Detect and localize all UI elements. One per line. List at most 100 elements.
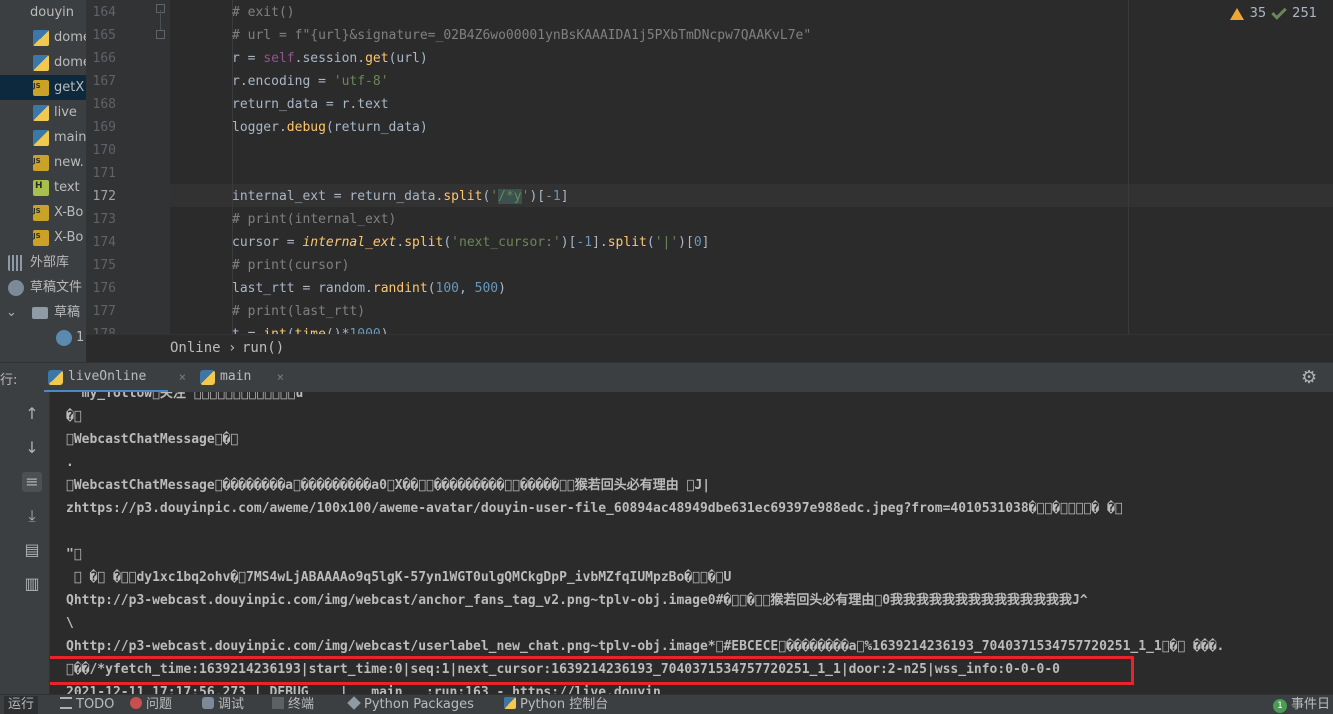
- console-line:  WebcastChatMessage ��������a ���������a…: [66, 478, 711, 493]
- python-file-icon: [200, 370, 215, 385]
- tree-item-scratch-file[interactable]: 1: [0, 325, 86, 350]
- status-packages-tab[interactable]: Python Packages: [347, 696, 474, 714]
- terminal-icon: [272, 697, 284, 709]
- tab-liveonline[interactable]: liveOnline ×: [44, 363, 186, 393]
- ok-count: 251: [1292, 6, 1317, 21]
- status-event-log[interactable]: 1 事件日: [1273, 696, 1330, 714]
- breadcrumb-method[interactable]: run(): [242, 335, 284, 361]
- status-todo-tab[interactable]: TODO: [60, 696, 114, 714]
- tree-item-dome-2[interactable]: dome: [0, 50, 86, 75]
- console-line: Qhttp://p3-webcast.douyinpic.com/img/web…: [66, 639, 1225, 654]
- tree-item-label: text: [54, 180, 80, 195]
- breadcrumb-class[interactable]: Online: [170, 335, 221, 361]
- todo-icon: [60, 697, 72, 709]
- status-python-console-tab[interactable]: Python 控制台: [504, 696, 608, 714]
- tree-item-x-bo-2[interactable]: X-Bo: [0, 225, 86, 250]
- console-line: Qhttp://p3-webcast.douyinpic.com/img/web…: [66, 593, 1088, 608]
- tree-item-label: live: [54, 105, 77, 120]
- code-line-175: # print(cursor): [232, 258, 350, 273]
- tree-item-live[interactable]: live: [0, 100, 86, 125]
- python-console-icon: [504, 697, 516, 709]
- console-line: " : [66, 547, 82, 562]
- tab-label: liveOnline: [68, 369, 147, 384]
- tree-item-label: 草稿文件: [30, 280, 83, 295]
- js-file-icon: [33, 150, 49, 174]
- scratch-icon: [8, 280, 24, 296]
- arrow-down-icon[interactable]: ↓: [22, 438, 42, 458]
- code-line-176: last_rtt = random.randint(100, 500): [232, 281, 506, 296]
- print-icon[interactable]: ▤: [22, 540, 42, 560]
- tree-item-label: main: [54, 130, 86, 145]
- tree-item-getx[interactable]: getX: [0, 75, 86, 100]
- inspection-widget[interactable]: 35 251: [1229, 3, 1317, 21]
- python-file-icon: [33, 105, 49, 121]
- line-number: 168: [92, 97, 116, 112]
- line-number-current: 172: [92, 189, 116, 204]
- close-icon[interactable]: ×: [277, 363, 284, 391]
- packages-icon: [347, 696, 361, 710]
- js-file-icon: [33, 200, 49, 224]
- console-line:  WebcastChatMessage � : [66, 432, 239, 447]
- code-line-168: return_data = r.text: [232, 97, 389, 112]
- tree-item-label: new.: [54, 155, 84, 170]
- console-line: \: [66, 616, 74, 631]
- tree-item-scratch-folder[interactable]: ⌄ 草稿: [0, 300, 86, 325]
- tree-item-label: 草稿: [54, 305, 81, 320]
- tree-item-label: dome: [54, 55, 86, 70]
- python-file-icon: [48, 370, 63, 385]
- right-margin-guide: [1128, 0, 1129, 334]
- tree-item-label: X-Bo: [54, 230, 84, 245]
- fold-guide: [160, 10, 161, 30]
- tree-item-x-bo-1[interactable]: X-Bo: [0, 200, 86, 225]
- console-line: my_follow 关注              u: [66, 392, 304, 401]
- code-line-167: r.encoding = 'utf-8': [232, 74, 389, 89]
- tab-main[interactable]: main ×: [196, 363, 284, 393]
- tree-item-dome-1[interactable]: dome: [0, 25, 86, 50]
- tree-item-label: getX: [54, 80, 85, 95]
- line-number: 164: [92, 5, 116, 20]
- soft-wrap-icon[interactable]: ≡: [22, 472, 42, 492]
- tree-item-text[interactable]: text: [0, 175, 86, 200]
- html-file-icon: [33, 175, 49, 199]
- console-line: .: [66, 455, 74, 470]
- status-terminal-tab[interactable]: 终端: [272, 696, 314, 714]
- scroll-to-end-icon[interactable]: ⤓: [22, 506, 42, 526]
- line-number: 175: [92, 258, 116, 273]
- line-number: 171: [92, 166, 116, 181]
- tree-item-label: X-Bo: [54, 205, 84, 220]
- js-file-icon: [33, 225, 49, 249]
- line-number: 174: [92, 235, 116, 250]
- line-number: 176: [92, 281, 116, 296]
- python-file-icon: [33, 30, 49, 46]
- code-line-164: # exit(): [232, 5, 295, 20]
- code-editor[interactable]: 164 165 166 167 168 169 170 171 172 173 …: [86, 0, 1333, 362]
- fold-marker[interactable]: [156, 30, 165, 39]
- python-file-icon: [33, 55, 49, 71]
- check-icon: [1271, 3, 1287, 20]
- chevron-down-icon[interactable]: ⌄: [6, 300, 17, 325]
- left-tool-stripe: [0, 392, 14, 694]
- line-number: 170: [92, 143, 116, 158]
- tree-item-label: dome: [54, 30, 86, 45]
- gear-icon[interactable]: ⚙: [1301, 369, 1319, 387]
- status-debug-tab[interactable]: 调试: [202, 696, 244, 714]
- console-output[interactable]: my_follow 关注              u �   WebcastC…: [50, 392, 1333, 694]
- run-label: 行:: [0, 373, 18, 388]
- tree-item-scratches[interactable]: 草稿文件: [0, 275, 86, 300]
- event-count-badge: 1: [1273, 699, 1287, 713]
- tree-item-main[interactable]: main: [0, 125, 86, 150]
- code-line-165: # url = f"{url}&signature=_02B4Z6wo00001…: [232, 28, 812, 43]
- status-problems-tab[interactable]: 问题: [130, 696, 172, 714]
- console-line: zhttps://p3.douyinpic.com/aweme/100x100/…: [66, 501, 1123, 516]
- status-run-tab[interactable]: 运行: [4, 696, 39, 714]
- close-icon[interactable]: ×: [179, 363, 186, 391]
- tree-item-external-libraries[interactable]: 外部库: [0, 250, 86, 275]
- python-file-icon: [33, 130, 49, 146]
- trash-icon[interactable]: ▥: [22, 574, 42, 594]
- tree-item-douyin[interactable]: douyin: [0, 0, 86, 25]
- arrow-up-icon[interactable]: ↑: [22, 404, 42, 424]
- tree-item-label: 外部库: [30, 255, 70, 270]
- tree-item-new[interactable]: new.: [0, 150, 86, 175]
- code-line-177: # print(last_rtt): [232, 304, 366, 319]
- line-number: 169: [92, 120, 116, 135]
